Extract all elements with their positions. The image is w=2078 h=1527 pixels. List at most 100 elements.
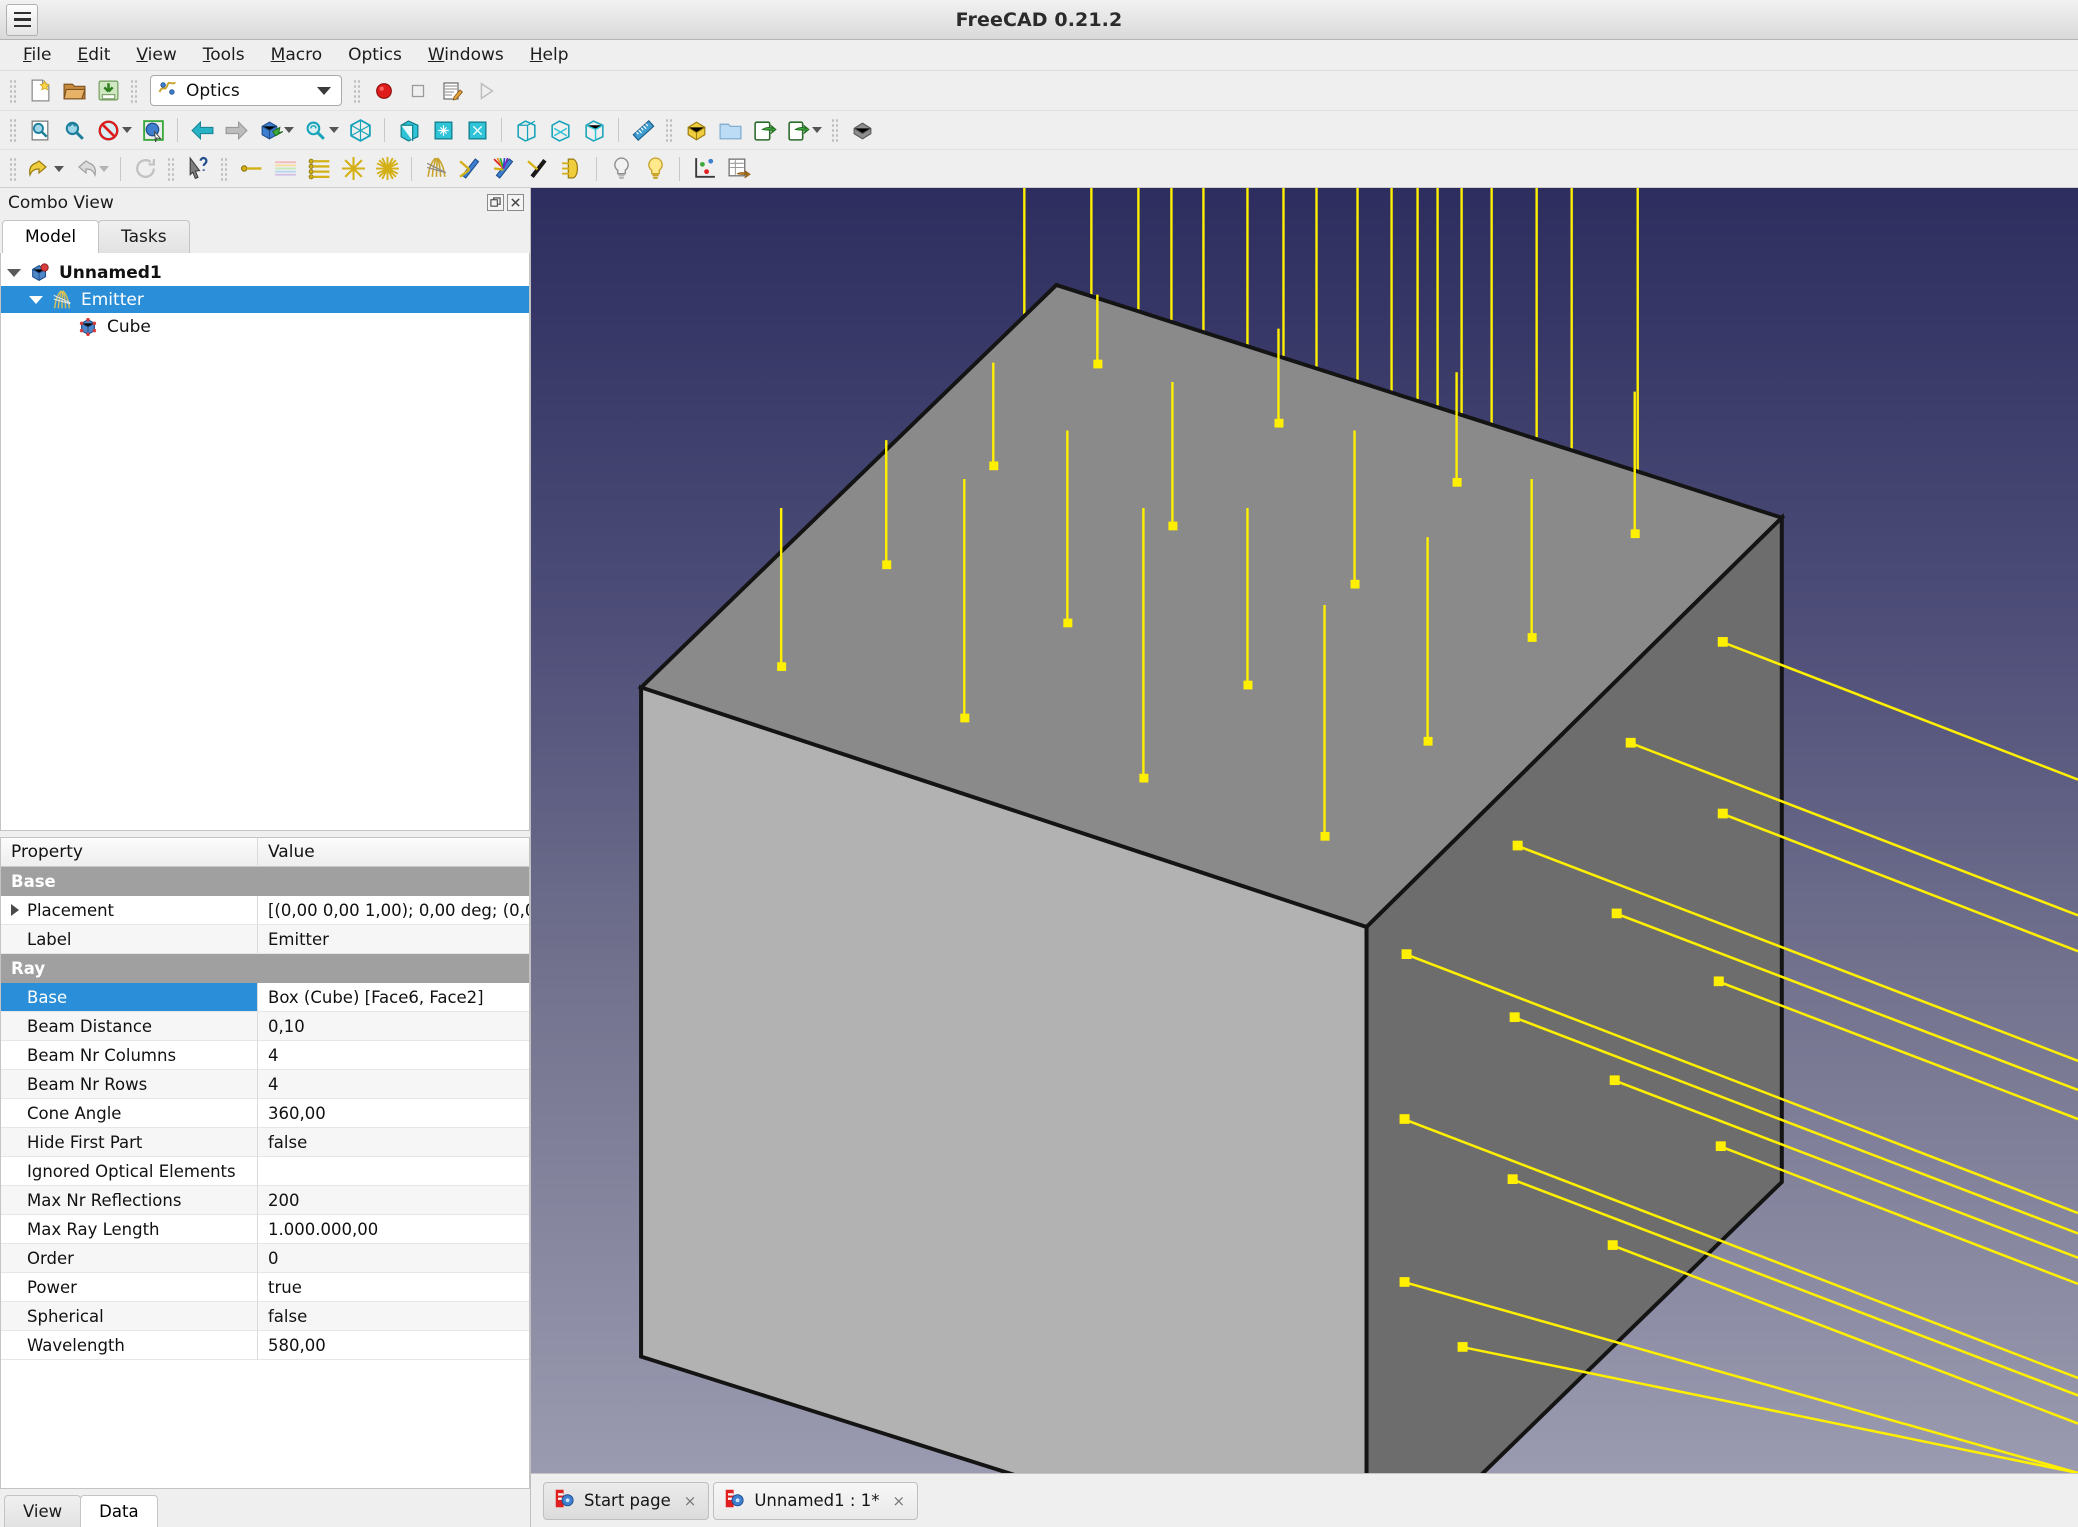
toolbar-grip[interactable] [831, 118, 840, 142]
ray-icon[interactable] [234, 153, 268, 185]
property-row-ignored-optical-elements[interactable]: Ignored Optical Elements [1, 1157, 529, 1186]
workbench-selector[interactable]: Optics [150, 75, 342, 106]
macro-stop-icon[interactable] [401, 75, 435, 107]
emitter-icon[interactable] [419, 153, 453, 185]
close-icon[interactable]: × [892, 1492, 905, 1510]
zoom-icon[interactable] [298, 114, 332, 146]
property-row-cone-angle[interactable]: Cone Angle 360,00 [1, 1099, 529, 1128]
tab-tasks[interactable]: Tasks [98, 220, 190, 253]
fit-selection-icon[interactable] [57, 114, 91, 146]
mirror-icon[interactable] [453, 153, 487, 185]
property-row-label[interactable]: Label Emitter [1, 925, 529, 954]
part-box-icon[interactable] [679, 114, 713, 146]
link-group-icon[interactable] [781, 114, 815, 146]
link-icon[interactable] [747, 114, 781, 146]
property-value[interactable]: 580,00 [258, 1331, 529, 1360]
property-editor[interactable]: Property Value Base Placement [(0,00 0,0… [0, 837, 530, 1489]
right-view-icon[interactable] [460, 114, 494, 146]
new-document-icon[interactable] [23, 75, 57, 107]
property-row-order[interactable]: Order 0 [1, 1244, 529, 1273]
tree-item-emitter[interactable]: Emitter [1, 286, 529, 313]
tab-view[interactable]: View [4, 1495, 81, 1527]
property-row-max-ray-length[interactable]: Max Ray Length 1.000.000,00 [1, 1215, 529, 1244]
property-row-placement[interactable]: Placement [(0,00 0,00 1,00); 0,00 deg; (… [1, 896, 529, 925]
off-light-icon[interactable] [604, 153, 638, 185]
top-view-icon[interactable] [426, 114, 460, 146]
folder-icon[interactable] [713, 114, 747, 146]
absorber-icon[interactable] [521, 153, 555, 185]
chevron-down-icon[interactable] [122, 127, 132, 133]
property-row-hide-first-part[interactable]: Hide First Part false [1, 1128, 529, 1157]
menu-file[interactable]: File [10, 42, 64, 68]
close-icon[interactable]: × [684, 1492, 697, 1510]
spherical-ray-icon[interactable] [370, 153, 404, 185]
undo-icon[interactable] [23, 153, 57, 185]
chevron-down-icon[interactable] [54, 166, 64, 172]
tree-item-document[interactable]: Unnamed1 [1, 259, 529, 286]
chevron-down-icon[interactable] [284, 127, 294, 133]
document-tab-unnamed1[interactable]: Unnamed1 : 1* × [713, 1482, 918, 1520]
appearance-icon[interactable] [845, 114, 879, 146]
property-value[interactable] [258, 1157, 529, 1186]
select-box-icon[interactable] [136, 114, 170, 146]
lens-icon[interactable] [555, 153, 589, 185]
grating-icon[interactable] [487, 153, 521, 185]
tab-model[interactable]: Model [2, 220, 99, 253]
property-row-beam-nr-rows[interactable]: Beam Nr Rows 4 [1, 1070, 529, 1099]
property-value[interactable]: [(0,00 0,00 1,00); 0,00 deg; (0,0... [258, 896, 529, 925]
tab-data[interactable]: Data [80, 1495, 157, 1527]
expand-triangle-icon[interactable] [7, 269, 21, 277]
open-document-icon[interactable] [57, 75, 91, 107]
property-row-max-nr-reflections[interactable]: Max Nr Reflections 200 [1, 1186, 529, 1215]
property-row-base[interactable]: Base Box (Cube) [Face6, Face2] [1, 983, 529, 1012]
property-value[interactable]: Emitter [258, 925, 529, 954]
property-value[interactable]: 1.000.000,00 [258, 1215, 529, 1244]
menu-optics[interactable]: Optics [335, 42, 415, 68]
back-arrow-icon[interactable] [185, 114, 219, 146]
menu-macro[interactable]: Macro [258, 42, 335, 68]
menu-view[interactable]: View [123, 42, 189, 68]
export-csv-icon[interactable] [721, 153, 755, 185]
left-view-icon[interactable] [577, 114, 611, 146]
property-value[interactable]: 0 [258, 1244, 529, 1273]
plot-icon[interactable] [687, 153, 721, 185]
toolbar-grip[interactable] [9, 157, 18, 181]
axonometric-icon[interactable] [343, 114, 377, 146]
redo-icon[interactable] [68, 153, 102, 185]
property-row-power[interactable]: Power true [1, 1273, 529, 1302]
beam-icon[interactable] [268, 153, 302, 185]
property-value[interactable]: true [258, 1273, 529, 1302]
property-row-wavelength[interactable]: Wavelength 580,00 [1, 1331, 529, 1360]
front-view-icon[interactable] [392, 114, 426, 146]
menu-help[interactable]: Help [517, 42, 582, 68]
menu-edit[interactable]: Edit [64, 42, 123, 68]
toolbar-grip[interactable] [353, 79, 362, 103]
document-tab-start-page[interactable]: Start page × [543, 1482, 709, 1520]
toolbar-grip[interactable] [665, 118, 674, 142]
whats-this-icon[interactable] [181, 153, 215, 185]
chevron-down-icon[interactable] [812, 127, 822, 133]
property-value[interactable]: 200 [258, 1186, 529, 1215]
rear-view-icon[interactable] [509, 114, 543, 146]
expand-arrow-icon[interactable] [11, 904, 19, 916]
isometric-view-icon[interactable] [253, 114, 287, 146]
property-value[interactable]: Box (Cube) [Face6, Face2] [258, 983, 529, 1012]
property-row-spherical[interactable]: Spherical false [1, 1302, 529, 1331]
model-tree[interactable]: Unnamed1 Emitter Cube [0, 253, 530, 831]
draw-style-icon[interactable] [91, 114, 125, 146]
toolbar-grip[interactable] [9, 118, 18, 142]
refresh-icon[interactable] [128, 153, 162, 185]
property-value[interactable]: 4 [258, 1070, 529, 1099]
bottom-view-icon[interactable] [543, 114, 577, 146]
macro-execute-icon[interactable] [469, 75, 503, 107]
3d-viewport[interactable] [531, 188, 2078, 1473]
property-value[interactable]: 0,10 [258, 1012, 529, 1041]
forward-arrow-icon[interactable] [219, 114, 253, 146]
measure-icon[interactable] [626, 114, 660, 146]
property-value[interactable]: false [258, 1302, 529, 1331]
property-row-beam-distance[interactable]: Beam Distance 0,10 [1, 1012, 529, 1041]
chevron-down-icon[interactable] [317, 87, 331, 95]
array-icon[interactable] [302, 153, 336, 185]
menu-windows[interactable]: Windows [415, 42, 517, 68]
save-document-icon[interactable] [91, 75, 125, 107]
